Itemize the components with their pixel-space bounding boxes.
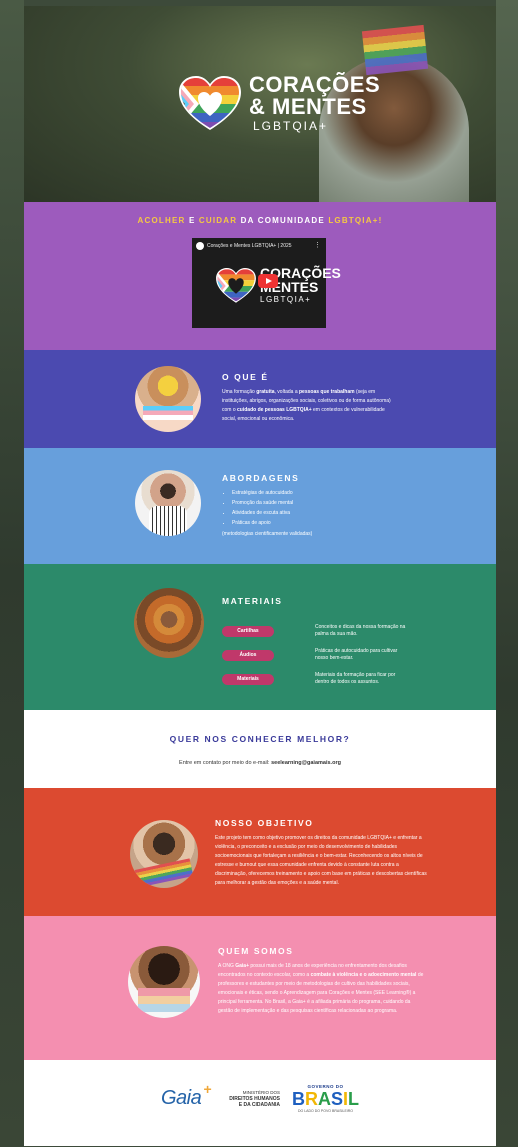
rainbow-heart-icon	[179, 76, 241, 130]
abordagens-list: Estratégias de autocuidado Promoção da s…	[222, 488, 293, 528]
cartilhas-description: Conceitos e dicas da nossa formação na p…	[315, 624, 406, 637]
audios-description: Práticas de autocuidado para cultivar no…	[315, 648, 398, 661]
footer: Gaia + MINISTÉRIO DOS DIREITOS HUMANOS E …	[24, 1060, 496, 1146]
video-heart-icon	[216, 268, 256, 303]
background-left	[0, 0, 24, 1147]
quem-somos-section: QUEM SOMOS A ONG Gaia+ possui mais de 18…	[24, 916, 496, 1060]
governo-brasil-logo: GOVERNO DO BRASIL DO LADO DO POVO BRASIL…	[292, 1084, 359, 1113]
logo-title-line1: CORAÇÕES	[249, 72, 381, 97]
audios-button[interactable]: Áudios	[222, 650, 274, 661]
objetivo-photo	[130, 820, 198, 888]
logo-subtitle: LGBTQIA+	[253, 119, 329, 133]
materiais-title: MATERIAIS	[222, 596, 283, 606]
abordagens-note: (metodologias cientificamente validadas)	[222, 531, 313, 537]
video-logo-line3: LGBTQIA+	[260, 295, 312, 304]
o-que-e-photo	[135, 366, 201, 432]
tagline-acolher: ACOLHER	[137, 216, 186, 225]
objetivo-title: NOSSO OBJETIVO	[215, 818, 314, 828]
tagline-e: E	[188, 216, 196, 225]
contato-title: QUER NOS CONHECER MELHOR?	[169, 734, 351, 744]
intro-tagline: ACOLHER E CUIDAR DA COMUNIDADE LGBTQIA+!	[24, 216, 496, 225]
ministry-line3: E DA CIDADANIA	[238, 1101, 280, 1108]
list-item: Atividades de escuta ativa	[232, 508, 293, 518]
materiais-section: MATERIAIS Cartilhas Conceitos e dicas da…	[24, 564, 496, 710]
cartilhas-button[interactable]: Cartilhas	[222, 626, 274, 637]
contato-section: QUER NOS CONHECER MELHOR? Entre em conta…	[24, 710, 496, 788]
play-button-icon[interactable]	[258, 274, 278, 288]
video-title: Corações e Mentes LGBTQIA+ | 2025	[207, 243, 292, 249]
pride-flag-image	[361, 24, 429, 76]
gaia-logo-plus: +	[203, 1081, 212, 1097]
quem-somos-title: QUEM SOMOS	[218, 946, 294, 956]
tagline-comunidade: DA COMUNIDADE	[240, 216, 325, 225]
video-title-bar: Corações e Mentes LGBTQIA+ | 2025	[196, 242, 292, 250]
contato-label: Entre em contato por meio do e-mail:	[179, 760, 270, 766]
materiais-photo	[134, 588, 204, 658]
abordagens-photo	[135, 470, 201, 536]
tagline-lgbtqia: LGBTQIA+!	[328, 216, 383, 225]
background-right	[496, 0, 518, 1147]
channel-avatar	[196, 242, 204, 250]
intro-section: ACOLHER E CUIDAR DA COMUNIDADE LGBTQIA+!…	[24, 202, 496, 350]
brasil-wordmark: BRASIL	[291, 1089, 360, 1109]
gaia-logo-text: Gaia	[160, 1087, 202, 1109]
o-que-e-section: O QUE É Uma formação gratuita, voltada a…	[24, 350, 496, 448]
logo-title-line2: & MENTES	[249, 94, 367, 119]
hero-banner: CORAÇÕES & MENTES LGBTQIA+	[24, 6, 496, 202]
quem-somos-text: A ONG Gaia+ possui mais de 18 anos de ex…	[218, 963, 424, 1014]
o-que-e-text: Uma formação gratuita, voltada a pessoas…	[222, 389, 391, 422]
landing-page: CORAÇÕES & MENTES LGBTQIA+ ACOLHER E CUI…	[24, 6, 496, 1147]
project-logo: CORAÇÕES & MENTES LGBTQIA+	[179, 74, 380, 134]
partner-logos: Gaia + MINISTÉRIO DOS DIREITOS HUMANOS E …	[24, 1081, 496, 1113]
quem-somos-photo	[128, 946, 200, 1018]
ministry-logo: MINISTÉRIO DOS DIREITOS HUMANOS E DA CID…	[229, 1090, 280, 1108]
objetivo-text: Este projeto tem como objetivo promover …	[215, 835, 427, 886]
list-item: Práticas de apoio	[232, 518, 293, 528]
list-item: Estratégias de autocuidado	[232, 488, 293, 498]
more-options-icon[interactable]: ⋮	[314, 241, 321, 249]
objetivo-section: NOSSO OBJETIVO Este projeto tem como obj…	[24, 788, 496, 916]
o-que-e-title: O QUE É	[222, 372, 269, 382]
tagline-cuidar: CUIDAR	[198, 216, 238, 225]
list-item: Promoção da saúde mental	[232, 498, 293, 508]
contato-text: Entre em contato por meio do e-mail: see…	[24, 760, 496, 766]
materiais-button[interactable]: Materiais	[222, 674, 274, 685]
gaia-logo: Gaia +	[160, 1081, 212, 1110]
abordagens-section: ABORDAGENS Estratégias de autocuidado Pr…	[24, 448, 496, 564]
materiais-description: Materiais da formação para ficar por den…	[315, 672, 396, 685]
gov-line3: DO LADO DO POVO BRASILEIRO	[297, 1109, 354, 1113]
contato-email-link[interactable]: seelearning@gaiamais.org	[271, 760, 341, 766]
video-player[interactable]: Corações e Mentes LGBTQIA+ | 2025 ⋮ CORA…	[192, 238, 341, 328]
abordagens-title: ABORDAGENS	[222, 473, 300, 483]
